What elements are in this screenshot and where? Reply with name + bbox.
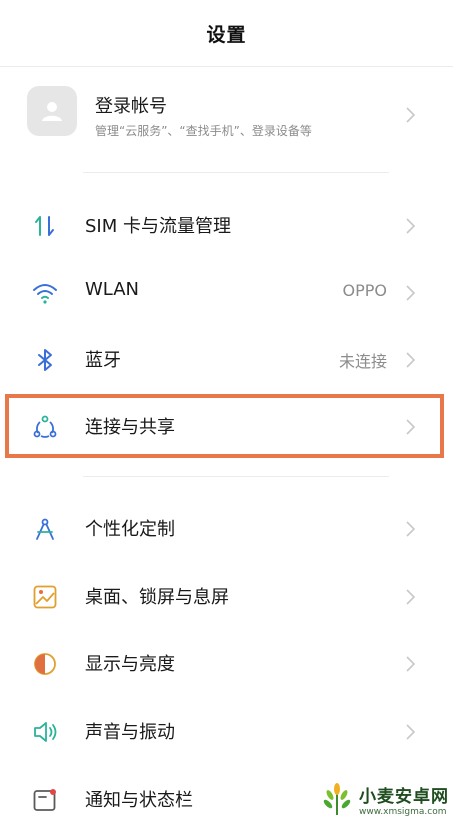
settings-item-label: 声音与振动 xyxy=(85,722,175,743)
person-icon xyxy=(42,102,62,121)
settings-item-wlan[interactable]: WLAN OPPO xyxy=(0,261,453,323)
page-title: 设置 xyxy=(206,23,247,46)
wifi-icon xyxy=(32,280,58,306)
account-description: 管理“云服务”、“查找手机”、登录设备等 xyxy=(95,124,312,138)
account-login-row[interactable]: 登录帐号 管理“云服务”、“查找手机”、登录设备等 xyxy=(0,80,453,152)
avatar xyxy=(27,86,77,136)
settings-item-bluetooth[interactable]: 蓝牙 未连接 xyxy=(0,328,453,390)
brightness-icon xyxy=(32,651,58,677)
wlan-value: OPPO xyxy=(342,281,387,300)
chevron-right-icon xyxy=(406,285,416,301)
chevron-right-icon xyxy=(406,589,416,605)
chevron-right-icon xyxy=(406,521,416,537)
header-divider xyxy=(0,66,453,67)
settings-item-label: WLAN xyxy=(85,279,140,300)
sim-icon xyxy=(32,213,58,239)
settings-item-label: 桌面、锁屏与息屏 xyxy=(85,587,229,608)
settings-item-label: SIM 卡与流量管理 xyxy=(85,216,231,237)
personalize-icon xyxy=(32,516,58,542)
highlight-annotation-box xyxy=(5,394,444,458)
watermark-title: 小麦安卓网 xyxy=(359,786,449,807)
settings-item-sound-vibration[interactable]: 声音与振动 xyxy=(0,700,453,762)
watermark-url: www.xmsigma.com xyxy=(359,806,447,817)
section-divider xyxy=(83,172,389,173)
notification-icon xyxy=(32,787,58,813)
wallpaper-icon xyxy=(32,584,58,610)
section-divider xyxy=(83,476,389,477)
chevron-right-icon xyxy=(406,218,416,234)
account-name: 登录帐号 xyxy=(95,96,167,117)
settings-item-label: 蓝牙 xyxy=(85,350,121,371)
chevron-right-icon xyxy=(406,107,416,123)
settings-item-label: 显示与亮度 xyxy=(85,654,175,675)
watermark: 小麦安卓网 www.xmsigma.com xyxy=(319,779,449,819)
chevron-right-icon xyxy=(406,352,416,368)
settings-item-display-brightness[interactable]: 显示与亮度 xyxy=(0,632,453,694)
chevron-right-icon xyxy=(406,724,416,740)
chevron-right-icon xyxy=(406,656,416,672)
settings-item-label: 个性化定制 xyxy=(85,519,175,540)
settings-item-sim[interactable]: SIM 卡与流量管理 xyxy=(0,194,453,256)
settings-item-personalize[interactable]: 个性化定制 xyxy=(0,497,453,559)
settings-item-label: 通知与状态栏 xyxy=(85,790,193,811)
bluetooth-icon xyxy=(32,347,58,373)
bluetooth-value: 未连接 xyxy=(338,352,387,371)
settings-item-wallpaper[interactable]: 桌面、锁屏与息屏 xyxy=(0,565,453,627)
sound-icon xyxy=(32,719,58,745)
top-bar: 设置 xyxy=(0,0,453,66)
wheat-logo-icon xyxy=(323,783,351,815)
